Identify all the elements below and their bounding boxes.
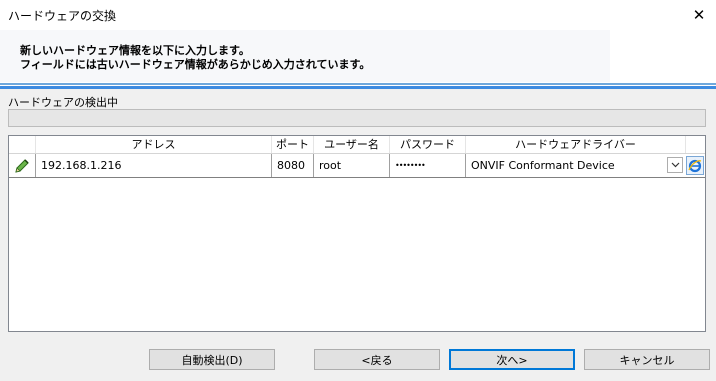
close-icon: ✕ bbox=[692, 6, 706, 24]
column-header-username[interactable]: ユーザー名 bbox=[314, 136, 390, 153]
address-cell[interactable]: 192.168.1.216 bbox=[36, 154, 272, 177]
browser-button[interactable] bbox=[686, 156, 704, 175]
column-header-address[interactable]: アドレス bbox=[36, 136, 272, 153]
header-inner: 新しいハードウェア情報を以下に入力します。 フィールドには古いハードウェア情報が… bbox=[0, 30, 610, 82]
password-cell[interactable]: •••••••• bbox=[390, 154, 466, 177]
column-header-port[interactable]: ポート bbox=[272, 136, 314, 153]
detection-progress-bar bbox=[8, 109, 706, 127]
column-header-password[interactable]: パスワード bbox=[390, 136, 466, 153]
back-button[interactable]: <戻る bbox=[314, 349, 440, 370]
next-button[interactable]: 次へ> bbox=[449, 349, 575, 370]
pencil-icon bbox=[15, 158, 29, 173]
column-header-edit bbox=[9, 136, 36, 153]
header-divider bbox=[0, 82, 716, 89]
detection-label: ハードウェアの検出中 bbox=[8, 96, 118, 109]
title-bar: ハードウェアの交換 ✕ bbox=[0, 0, 716, 30]
close-button[interactable]: ✕ bbox=[686, 3, 712, 27]
auto-detect-button[interactable]: 自動検出(D) bbox=[149, 349, 275, 370]
grid-header: アドレス ポート ユーザー名 パスワード ハードウェアドライバー bbox=[9, 136, 705, 154]
table-row[interactable]: 192.168.1.216 8080 root •••••••• ONVIF C… bbox=[9, 154, 705, 178]
hardware-grid: アドレス ポート ユーザー名 パスワード ハードウェアドライバー 192.168… bbox=[8, 135, 706, 332]
driver-dropdown-button[interactable] bbox=[667, 157, 683, 173]
cancel-button[interactable]: キャンセル bbox=[584, 349, 710, 370]
internet-explorer-icon bbox=[688, 159, 702, 172]
window-title: ハードウェアの交換 bbox=[8, 9, 117, 23]
header-panel: 新しいハードウェア情報を以下に入力します。 フィールドには古いハードウェア情報が… bbox=[0, 30, 716, 82]
column-header-driver[interactable]: ハードウェアドライバー bbox=[466, 136, 686, 153]
chevron-down-icon bbox=[671, 162, 679, 168]
edit-cell bbox=[9, 154, 36, 177]
username-cell[interactable]: root bbox=[314, 154, 390, 177]
driver-select[interactable]: ONVIF Conformant Device bbox=[466, 154, 686, 177]
port-cell[interactable]: 8080 bbox=[272, 154, 314, 177]
instruction-line-2: フィールドには古いハードウェア情報があらかじめ入力されています。 bbox=[20, 58, 371, 71]
